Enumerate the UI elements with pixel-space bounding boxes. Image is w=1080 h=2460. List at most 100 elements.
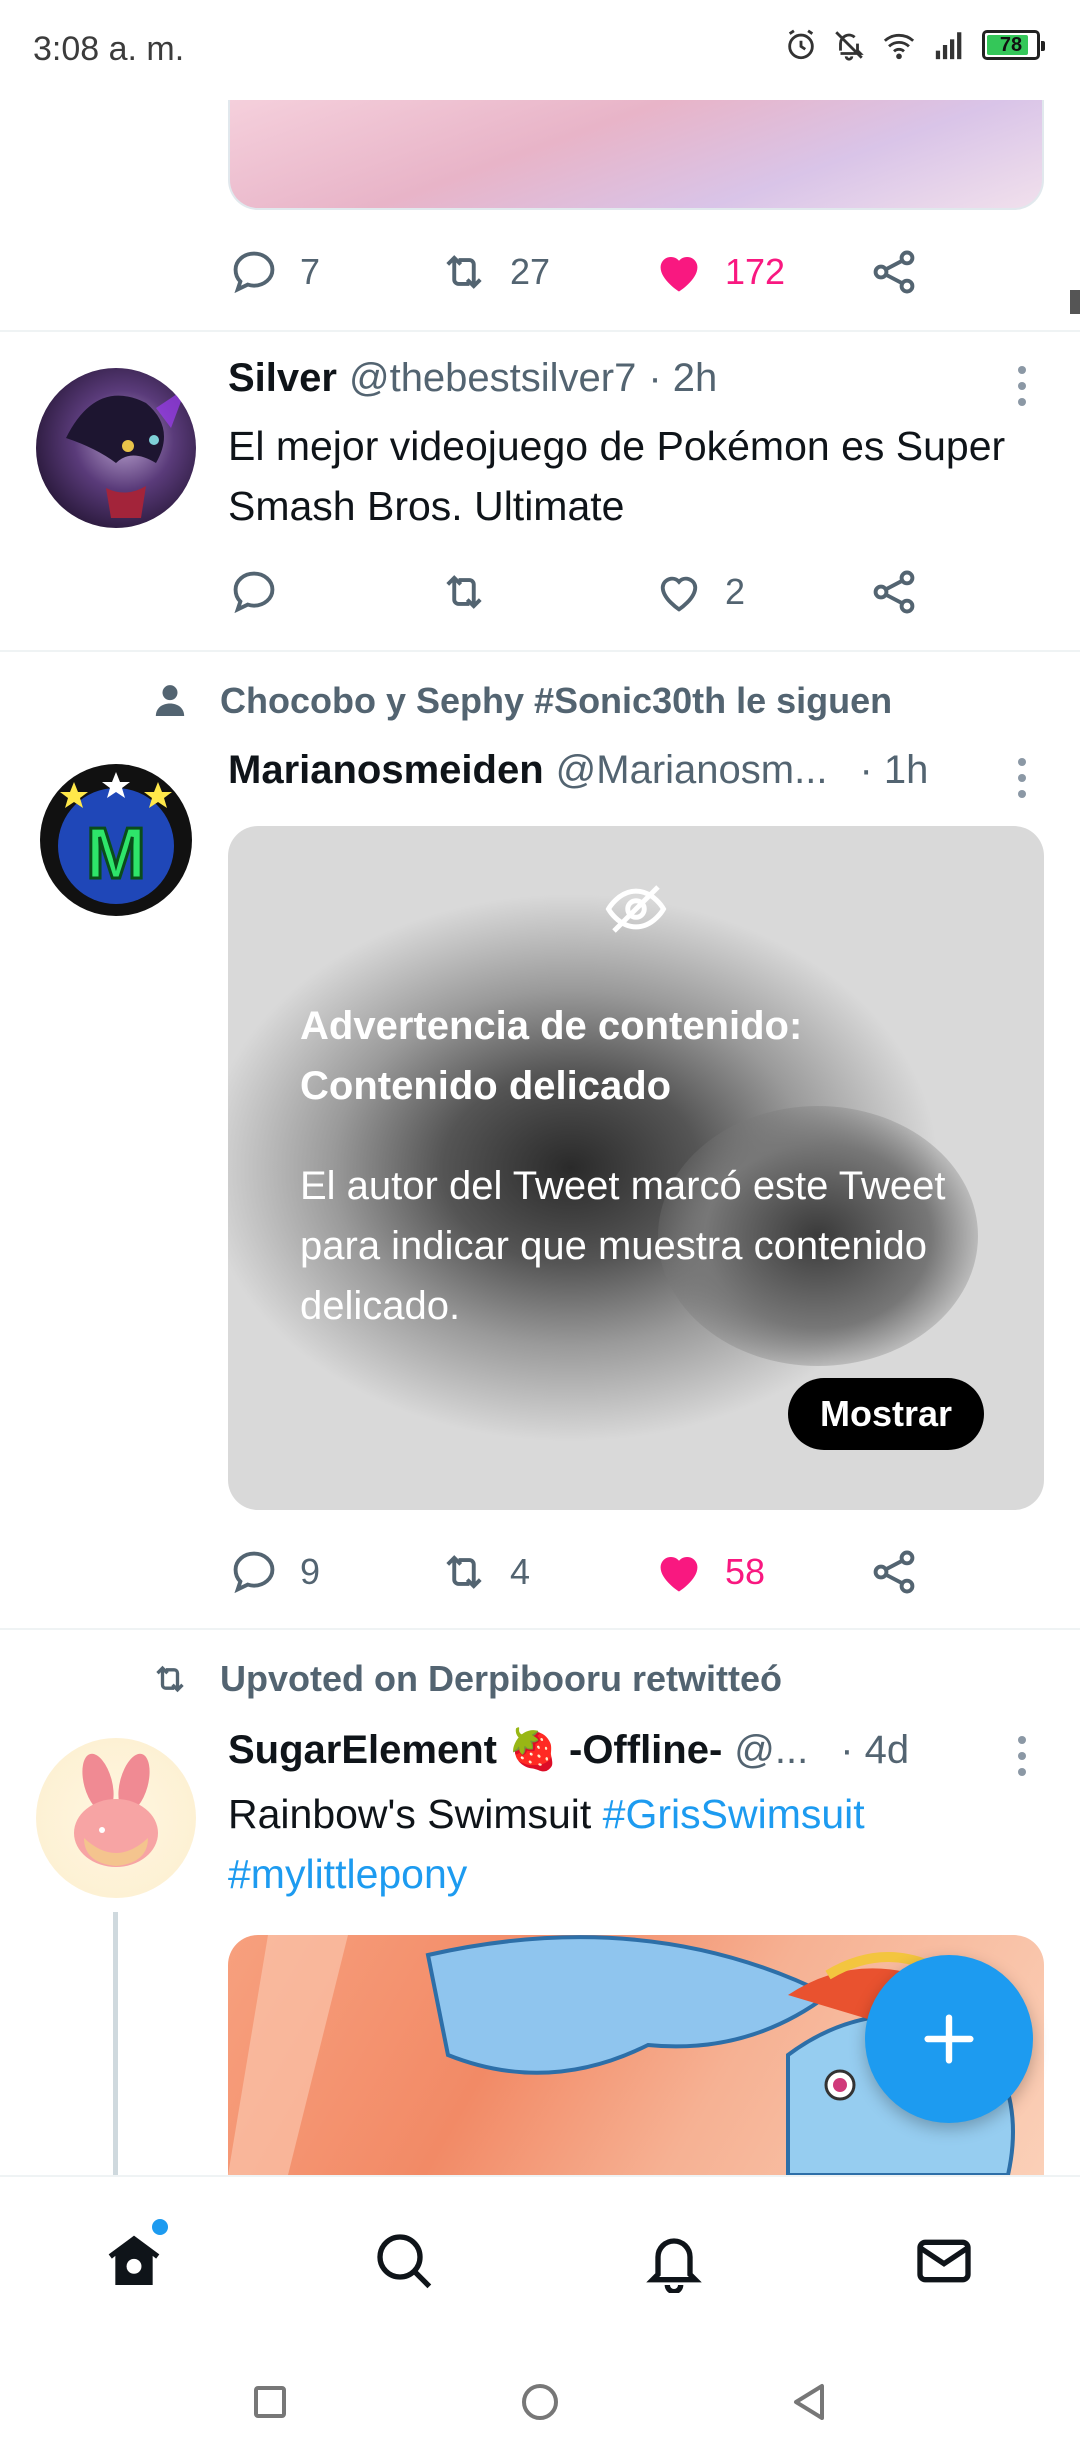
reply-button[interactable] [228,562,280,622]
content-warning-title: Advertencia de contenido: Contenido deli… [300,1004,803,1108]
like-count: 58 [725,1551,766,1592]
eye-off-icon [605,885,667,933]
hashtag-link[interactable]: #GrisSwimsuit [603,1791,865,1837]
tweet-text-plain: Rainbow's Swimsuit [228,1791,603,1837]
thread-line [113,1912,118,2175]
hashtag-link[interactable]: #mylittlepony [228,1851,467,1897]
reply-icon [233,571,275,614]
like-count: 2 [725,571,746,612]
wifi-icon [883,33,915,60]
battery-level: 78 [999,33,1023,56]
retweet-count: 27 [510,251,551,292]
alarm-icon [788,29,814,60]
tweet-time: · 4d [840,1728,910,1772]
retweet-icon [156,1665,184,1693]
share-button[interactable] [868,242,920,302]
share-icon [873,1550,915,1594]
tweet-card[interactable]: Chocobo y Sephy #Sonic30th le siguen M M… [0,652,1080,1630]
avatar-bunny [74,1753,158,1867]
system-navigation-bar [0,2340,1080,2460]
home-icon [108,2235,160,2285]
person-icon [155,685,185,716]
tweet-text: El mejor videojuego de Pokémon es Super … [228,423,1006,529]
nav-notifications[interactable] [638,2225,710,2297]
user-handle[interactable]: @thebestsilver7 [349,356,636,401]
home-circle-icon [522,2384,558,2420]
plus-icon [924,2014,974,2064]
back-button[interactable] [770,2362,850,2442]
retweet-count: 4 [510,1551,531,1592]
nav-home[interactable] [98,2219,170,2297]
recents-square-icon [254,2386,286,2418]
display-name[interactable]: Marianosmeiden [228,748,544,793]
tweet-actions: 2 [228,562,928,622]
user-handle[interactable]: @Marianosm... [556,748,828,793]
tweet-header: Silver @thebestsilver7 · 2h [228,356,717,401]
share-icon [873,250,915,294]
retweet-button[interactable]: 4 [438,1542,530,1602]
like-button[interactable]: 172 [653,242,785,302]
scrollbar-thumb[interactable] [1070,290,1080,314]
show-button[interactable]: Mostrar [787,1378,984,1450]
retweet-button[interactable] [438,562,490,622]
tweet-image[interactable] [228,98,1044,210]
mail-icon [917,2239,971,2283]
signal-icon [935,32,962,60]
more-options-icon[interactable] [1012,1736,1032,1776]
like-button[interactable]: 58 [653,1542,765,1602]
retweet-icon [446,1555,482,1589]
tweet-time: · 2h [648,356,718,400]
more-options-icon[interactable] [1012,758,1032,798]
like-button[interactable]: 2 [653,562,745,622]
reply-icon [233,1551,275,1594]
retweet-context[interactable]: Upvoted on Derpibooru retwitteó [150,1658,782,1700]
heart-icon [660,576,698,612]
home-system-button[interactable] [500,2362,580,2442]
share-button[interactable] [868,1542,920,1602]
display-name[interactable]: Silver [228,356,337,401]
bottom-navigation [0,2175,1080,2340]
status-icons: 78 [784,28,1045,62]
timeline-feed[interactable]: 7 27 172 Silver @thebestsilver7 · 2h El … [0,0,1080,2175]
battery-icon: 78 [982,30,1045,60]
share-button[interactable] [868,562,920,622]
avatar[interactable] [36,1738,196,1898]
notification-dot [152,2219,168,2235]
compose-tweet-button[interactable] [865,1955,1033,2123]
avatar[interactable] [36,368,196,528]
share-icon [873,570,915,614]
heart-filled-icon [660,256,698,292]
nav-messages[interactable] [908,2225,980,2297]
reply-count: 7 [300,251,321,292]
sensitive-media-card[interactable]: Advertencia de contenido: Contenido deli… [228,826,1044,1510]
tweet-card[interactable]: Silver @thebestsilver7 · 2h El mejor vid… [0,332,1080,652]
heart-filled-icon [660,1556,698,1592]
reply-count: 9 [300,1551,321,1592]
tweet-text: Rainbow's Swimsuit #GrisSwimsuit #mylitt… [228,1784,1028,1904]
reply-icon [233,251,275,294]
retweet-button[interactable]: 27 [438,242,550,302]
tweet-actions: 7 27 172 [228,242,928,302]
social-context-text: Chocobo y Sephy #Sonic30th le siguen [220,680,893,721]
more-options-icon[interactable] [1012,366,1032,406]
user-handle[interactable]: @... [734,1728,808,1773]
like-count: 172 [725,251,786,292]
svg-text:M: M [86,814,146,894]
recents-button[interactable] [230,2362,310,2442]
display-name[interactable]: SugarElement 🍓 -Offline- [228,1726,722,1773]
status-time: 3:08 a. m. [33,30,185,68]
retweet-icon [446,575,482,609]
nav-search[interactable] [368,2225,440,2297]
tweet-header: SugarElement 🍓 -Offline- @... · 4d [228,1726,909,1773]
avatar-art [66,388,186,518]
tweet-actions: 9 4 58 [228,1542,928,1602]
reply-button[interactable]: 9 [228,1542,320,1602]
status-bar: 3:08 a. m. 78 [0,0,1080,100]
avatar-logo: M [40,764,192,916]
reply-button[interactable]: 7 [228,242,320,302]
bell-off-icon [835,31,864,61]
search-icon [377,2234,432,2289]
avatar[interactable]: M [36,760,196,920]
social-context[interactable]: Chocobo y Sephy #Sonic30th le siguen [150,680,892,722]
tweet-header: Marianosmeiden @Marianosm... · 1h [228,748,928,793]
